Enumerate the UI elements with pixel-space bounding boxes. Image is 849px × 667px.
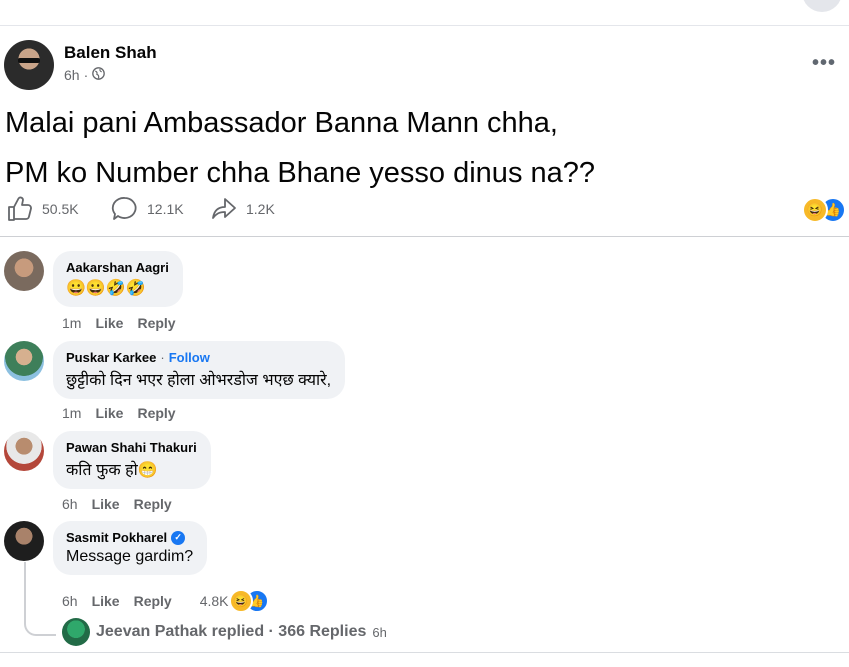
comment-text: 😀😀🤣🤣	[66, 280, 146, 297]
commenter-name-row: Puskar Karkee · Follow	[66, 350, 210, 365]
view-replies-link[interactable]: Jeevan Pathak replied · 366 Replies	[96, 623, 366, 641]
comment-actions: 1m Like Reply	[62, 405, 176, 421]
reaction-icons[interactable]: 😆 👍	[802, 197, 846, 223]
comment-icon	[111, 196, 139, 222]
commenter-avatar[interactable]	[4, 341, 44, 381]
profile-button[interactable]	[802, 0, 842, 12]
comment-like-button[interactable]: Like	[95, 405, 123, 421]
comment-reactions[interactable]: 4.8K 😆 👍	[200, 589, 269, 613]
view-replies[interactable]: Jeevan Pathak replied · 366 Replies 6h	[62, 618, 387, 646]
post-text-line-2: PM ko Number chha Bhane yesso dinus na??	[5, 157, 596, 189]
post-time[interactable]: 6h	[64, 67, 80, 83]
top-divider	[0, 25, 849, 26]
comment-reaction-count: 4.8K	[199, 593, 229, 609]
comment-button[interactable]: 12.1K	[111, 196, 184, 222]
comment-like-button[interactable]: Like	[95, 315, 123, 331]
post-stats: 50.5K 12.1K 1.2K 😆 👍	[6, 196, 846, 226]
replies-time: 6h	[372, 624, 387, 640]
comment-like-button[interactable]: Like	[92, 496, 120, 512]
thumbs-up-icon	[6, 196, 34, 222]
commenter-name[interactable]: Puskar Karkee	[66, 350, 156, 365]
bottom-divider	[0, 652, 849, 653]
post-meta: 6h ·	[64, 67, 106, 83]
verified-badge-icon: ✓	[171, 530, 186, 545]
share-button[interactable]: 1.2K	[210, 196, 275, 222]
like-count: 50.5K	[42, 201, 79, 217]
commenter-name[interactable]: Aakarshan Aagri	[66, 260, 169, 275]
commenter-avatar[interactable]	[4, 251, 44, 291]
commenter-avatar[interactable]	[4, 431, 44, 471]
commenter-name-row: Sasmit Pokharel ✓	[66, 530, 193, 545]
more-options-icon[interactable]: •••	[812, 52, 836, 75]
post-text-line-1: Malai pani Ambassador Banna Mann chha,	[5, 107, 558, 139]
comment-bubble: Pawan Shahi Thakuri कति फुक हो😁	[53, 431, 211, 489]
author-avatar[interactable]	[4, 40, 54, 90]
haha-reaction-icon: 😆	[802, 197, 828, 223]
share-count: 1.2K	[246, 201, 275, 217]
comment-text: Message gardim?	[66, 548, 194, 565]
comment-bubble: Puskar Karkee · Follow छुट्टीको दिन भएर …	[53, 341, 346, 399]
author-name[interactable]: Balen Shah	[64, 43, 157, 63]
comments-divider	[0, 236, 849, 237]
comment-reply-button[interactable]: Reply	[137, 315, 175, 331]
commenter-name[interactable]: Pawan Shahi Thakuri	[66, 440, 197, 455]
globe-icon	[92, 67, 106, 83]
commenter-avatar[interactable]	[4, 521, 44, 561]
comment-time[interactable]: 1m	[62, 315, 81, 331]
comment-bubble: Aakarshan Aagri 😀😀🤣🤣	[53, 251, 183, 307]
comment-text: छुट्टीको दिन भएर होला ओभरडोज भएछ क्यारे,	[66, 372, 332, 389]
follow-button[interactable]: Follow	[169, 350, 210, 365]
haha-reaction-icon: 😆	[228, 589, 253, 613]
comment-time[interactable]: 6h	[62, 496, 78, 512]
post-header: Balen Shah 6h · •••	[4, 40, 844, 92]
commenter-name[interactable]: Sasmit Pokharel	[66, 530, 167, 545]
comment-reply-button[interactable]: Reply	[134, 496, 172, 512]
comment-bubble: Sasmit Pokharel ✓ Message gardim?	[53, 521, 208, 575]
comment-actions: 1m Like Reply	[62, 315, 176, 331]
reply-thread-line	[24, 562, 56, 636]
like-button[interactable]: 50.5K	[6, 196, 79, 222]
replier-avatar	[62, 618, 90, 646]
comment-reply-button[interactable]: Reply	[134, 593, 172, 609]
comment-actions: 6h Like Reply 4.8K 😆 👍	[62, 589, 269, 613]
comment-time[interactable]: 6h	[62, 593, 78, 609]
comment-count: 12.1K	[147, 201, 184, 217]
share-icon	[210, 196, 238, 222]
comment-text: कति फुक हो😁	[66, 462, 158, 479]
post-text: Malai pani Ambassador Banna Mann chha, P…	[5, 98, 595, 198]
comment-time[interactable]: 1m	[62, 405, 81, 421]
comment-actions: 6h Like Reply	[62, 496, 172, 512]
comment-like-button[interactable]: Like	[92, 593, 120, 609]
comment-reply-button[interactable]: Reply	[137, 405, 175, 421]
